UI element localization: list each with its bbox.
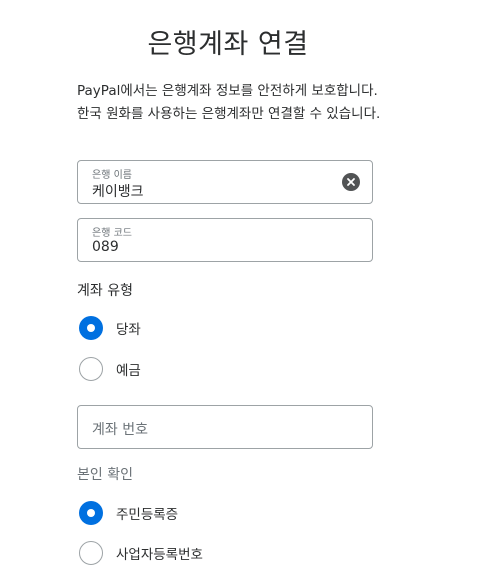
account-type-option-label: 예금 xyxy=(116,363,141,379)
bank-code-value: 089 xyxy=(92,239,119,255)
identity-option-label: 주민등록증 xyxy=(116,507,179,523)
bank-name-label: 은행 이름 xyxy=(92,170,132,181)
radio-checked-icon[interactable] xyxy=(79,501,103,525)
account-type-label: 계좌 유형 xyxy=(77,283,133,299)
account-type-option-checking[interactable]: 당좌 xyxy=(79,315,141,341)
radio-unchecked-icon[interactable] xyxy=(79,357,103,381)
identity-option-business-number[interactable]: 사업자등록번호 xyxy=(79,540,203,566)
bank-name-value: 케이뱅크 xyxy=(92,184,144,200)
account-number-field[interactable]: 계좌 번호 xyxy=(77,405,373,449)
bank-name-field[interactable]: 은행 이름 케이뱅크 xyxy=(77,160,373,204)
identity-option-label: 사업자등록번호 xyxy=(116,547,203,563)
radio-unchecked-icon[interactable] xyxy=(79,541,103,565)
clear-icon[interactable] xyxy=(342,173,360,191)
identity-option-resident-id[interactable]: 주민등록증 xyxy=(79,500,178,526)
account-type-option-savings[interactable]: 예금 xyxy=(79,356,141,382)
page-title: 은행계좌 연결 xyxy=(147,29,309,60)
account-number-placeholder: 계좌 번호 xyxy=(92,422,148,438)
bank-code-field[interactable]: 은행 코드 089 xyxy=(77,218,373,262)
account-type-option-label: 당좌 xyxy=(116,322,141,338)
identity-label: 본인 확인 xyxy=(77,467,133,483)
bank-code-label: 은행 코드 xyxy=(92,228,132,239)
intro-text: PayPal에서는 은행계좌 정보를 안전하게 보호합니다. 한국 원화를 사용… xyxy=(77,83,381,122)
radio-checked-icon[interactable] xyxy=(79,316,103,340)
